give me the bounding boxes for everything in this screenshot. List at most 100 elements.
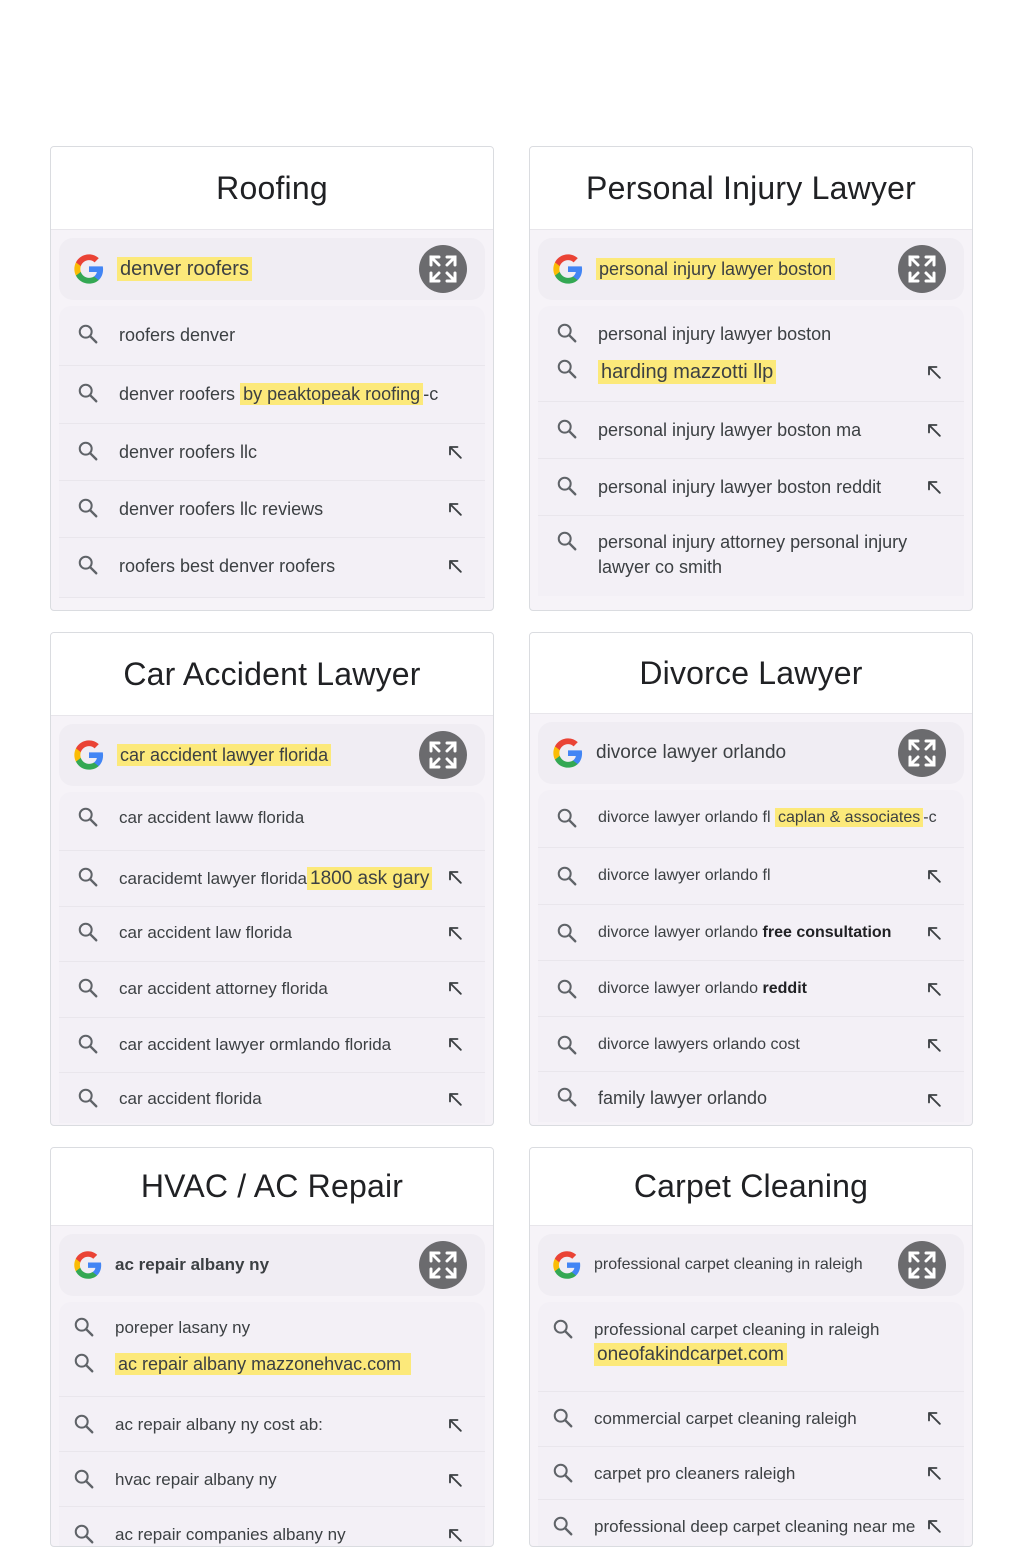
suggestion-item[interactable]: professional deep carpet cleaning near m… bbox=[538, 1500, 964, 1546]
suggestion-item[interactable]: family lawyer orlando bbox=[538, 1072, 964, 1122]
suggestion-text: professional carpet cleaning in raleigh o… bbox=[594, 1318, 934, 1368]
search-icon bbox=[552, 1318, 574, 1340]
suggestion-item[interactable]: carpet pro cleaners raleigh bbox=[538, 1447, 964, 1500]
suggestion-item[interactable]: ac repair companies albany ny bbox=[59, 1507, 485, 1546]
suggestion-item[interactable]: roofers best denver roofers bbox=[59, 538, 485, 598]
search-query[interactable]: car accident lawyer florida bbox=[117, 743, 332, 766]
search-icon bbox=[77, 921, 99, 943]
search-query[interactable]: personal injury lawyer boston bbox=[596, 257, 836, 280]
suggestion-item[interactable]: denver roofers llc bbox=[59, 424, 485, 481]
suggestion-item[interactable]: denver roofers by peaktopeak roofing -c bbox=[59, 366, 485, 424]
suggestion-item[interactable]: car accident florida bbox=[59, 1073, 485, 1123]
suggestion-item[interactable]: denver roofers llc reviews bbox=[59, 481, 485, 538]
suggestion-highlight: harding mazzotti llp bbox=[598, 360, 777, 384]
arrow-up-left-icon[interactable] bbox=[445, 499, 465, 519]
suggestion-text: car accident attorney florida bbox=[119, 979, 328, 998]
search-icon bbox=[77, 806, 99, 828]
arrow-up-left-icon[interactable] bbox=[445, 867, 465, 887]
card-title: Car Accident Lawyer bbox=[123, 655, 421, 692]
search-bar[interactable]: ac repair albany ny bbox=[59, 1234, 485, 1296]
expand-button[interactable] bbox=[898, 245, 946, 293]
google-g-icon bbox=[552, 1250, 582, 1280]
suggestion-item[interactable]: divorce lawyer orlando reddit bbox=[538, 961, 964, 1017]
arrow-up-left-icon[interactable] bbox=[924, 1408, 944, 1428]
search-query[interactable]: denver roofers bbox=[117, 256, 252, 281]
arrow-up-left-icon[interactable] bbox=[924, 362, 944, 382]
search-icon bbox=[73, 1468, 95, 1490]
arrow-up-left-icon[interactable] bbox=[924, 866, 944, 886]
suggestion-item[interactable]: commercial carpet cleaning raleigh bbox=[538, 1392, 964, 1447]
suggestion-item[interactable]: car accident laww florida bbox=[59, 792, 485, 851]
suggestion-item[interactable]: harding mazzotti llp bbox=[538, 346, 964, 402]
search-icon bbox=[556, 322, 578, 344]
suggestion-item[interactable]: personal injury lawyer boston reddit bbox=[538, 459, 964, 516]
expand-button[interactable] bbox=[419, 1241, 467, 1289]
expand-icon bbox=[419, 1241, 467, 1289]
arrow-up-left-icon[interactable] bbox=[445, 923, 465, 943]
suggestion-item[interactable]: caracidemt lawyer florida 1800 ask gary bbox=[59, 851, 485, 907]
arrow-up-left-icon[interactable] bbox=[445, 1034, 465, 1054]
arrow-up-left-icon[interactable] bbox=[445, 1089, 465, 1109]
search-icon bbox=[77, 1087, 99, 1109]
expand-button[interactable] bbox=[419, 731, 467, 779]
suggestion-text: harding mazzotti llp bbox=[598, 358, 777, 386]
search-icon bbox=[552, 1462, 574, 1484]
arrow-up-left-icon[interactable] bbox=[445, 1415, 465, 1435]
card-title: Divorce Lawyer bbox=[639, 654, 863, 691]
suggestion-text: personal injury lawyer boston bbox=[598, 324, 832, 344]
suggestion-item[interactable]: roofers denver bbox=[59, 306, 485, 366]
suggestion-text: commercial carpet cleaning raleigh bbox=[594, 1409, 857, 1428]
suggestion-highlight: caplan & associates bbox=[774, 808, 924, 827]
suggestion-item[interactable]: divorce lawyers orlando cost bbox=[538, 1017, 964, 1072]
search-bar[interactable]: car accident lawyer florida bbox=[59, 724, 485, 786]
arrow-up-left-icon[interactable] bbox=[924, 1090, 944, 1110]
suggestion-item[interactable]: personal injury lawyer boston bbox=[538, 306, 964, 346]
suggestion-item[interactable]: car accident lawyer ormlando florida bbox=[59, 1018, 485, 1073]
search-bar[interactable]: denver roofers bbox=[59, 238, 485, 300]
search-bar[interactable]: professional carpet cleaning in raleigh bbox=[538, 1234, 964, 1296]
suggestion-item[interactable]: professional carpet cleaning in raleigh o… bbox=[538, 1302, 964, 1392]
expand-button[interactable] bbox=[898, 1241, 946, 1289]
expand-button[interactable] bbox=[898, 729, 946, 777]
suggestion-text: caracidemt lawyer florida 1800 ask gary bbox=[119, 866, 433, 893]
suggestion-item[interactable]: ac repair albany ny cost ab: bbox=[59, 1397, 485, 1452]
arrow-up-left-icon[interactable] bbox=[445, 442, 465, 462]
arrow-up-left-icon[interactable] bbox=[924, 1035, 944, 1055]
suggestion-list: poreper lasany ny ac repair albany mazzo… bbox=[59, 1302, 485, 1546]
suggestion-item[interactable]: poreper lasany ny bbox=[59, 1302, 485, 1340]
suggestion-item[interactable]: divorce lawyer orlando fl caplan & assoc… bbox=[538, 790, 964, 848]
search-bar[interactable]: divorce lawyer orlando bbox=[538, 722, 964, 784]
suggestion-tail: ab: bbox=[294, 1415, 323, 1434]
search-query[interactable]: professional carpet cleaning in raleigh bbox=[594, 1256, 863, 1274]
arrow-up-left-icon[interactable] bbox=[924, 1463, 944, 1483]
suggestion-item[interactable]: car accident attorney florida bbox=[59, 962, 485, 1018]
suggestion-item[interactable]: personal injury lawyer boston ma bbox=[538, 402, 964, 459]
suggestion-item[interactable]: hvac repair albany ny bbox=[59, 1452, 485, 1507]
arrow-up-left-icon[interactable] bbox=[924, 477, 944, 497]
suggestion-item[interactable]: ac repair albany mazzonehvac.com bbox=[59, 1340, 485, 1397]
suggestion-text-plain: divorce lawyer orlando bbox=[598, 924, 763, 941]
suggestion-item[interactable]: personal injury attorney personal injury… bbox=[538, 516, 964, 596]
expand-button[interactable] bbox=[419, 245, 467, 293]
arrow-up-left-icon[interactable] bbox=[924, 1516, 944, 1536]
search-icon bbox=[556, 1034, 578, 1056]
google-g-icon bbox=[73, 253, 105, 285]
arrow-up-left-icon[interactable] bbox=[924, 420, 944, 440]
arrow-up-left-icon[interactable] bbox=[445, 1525, 465, 1545]
arrow-up-left-icon[interactable] bbox=[445, 556, 465, 576]
suggestion-item[interactable]: divorce lawyer orlando free consultation bbox=[538, 905, 964, 961]
suggestion-item[interactable]: car accident law florida bbox=[59, 907, 485, 962]
arrow-up-left-icon[interactable] bbox=[924, 979, 944, 999]
suggestion-item[interactable]: divorce lawyer orlando fl bbox=[538, 848, 964, 905]
arrow-up-left-icon[interactable] bbox=[445, 978, 465, 998]
search-icon bbox=[77, 1033, 99, 1055]
search-query[interactable]: ac repair albany ny bbox=[115, 1255, 269, 1275]
suggestion-text: ac repair albany mazzonehvac.com bbox=[115, 1352, 412, 1377]
search-icon bbox=[77, 440, 99, 462]
search-icon bbox=[73, 1413, 95, 1435]
arrow-up-left-icon[interactable] bbox=[445, 1470, 465, 1490]
expand-icon bbox=[419, 245, 467, 293]
arrow-up-left-icon[interactable] bbox=[924, 923, 944, 943]
search-bar[interactable]: personal injury lawyer boston bbox=[538, 238, 964, 300]
search-query[interactable]: divorce lawyer orlando bbox=[596, 742, 786, 764]
